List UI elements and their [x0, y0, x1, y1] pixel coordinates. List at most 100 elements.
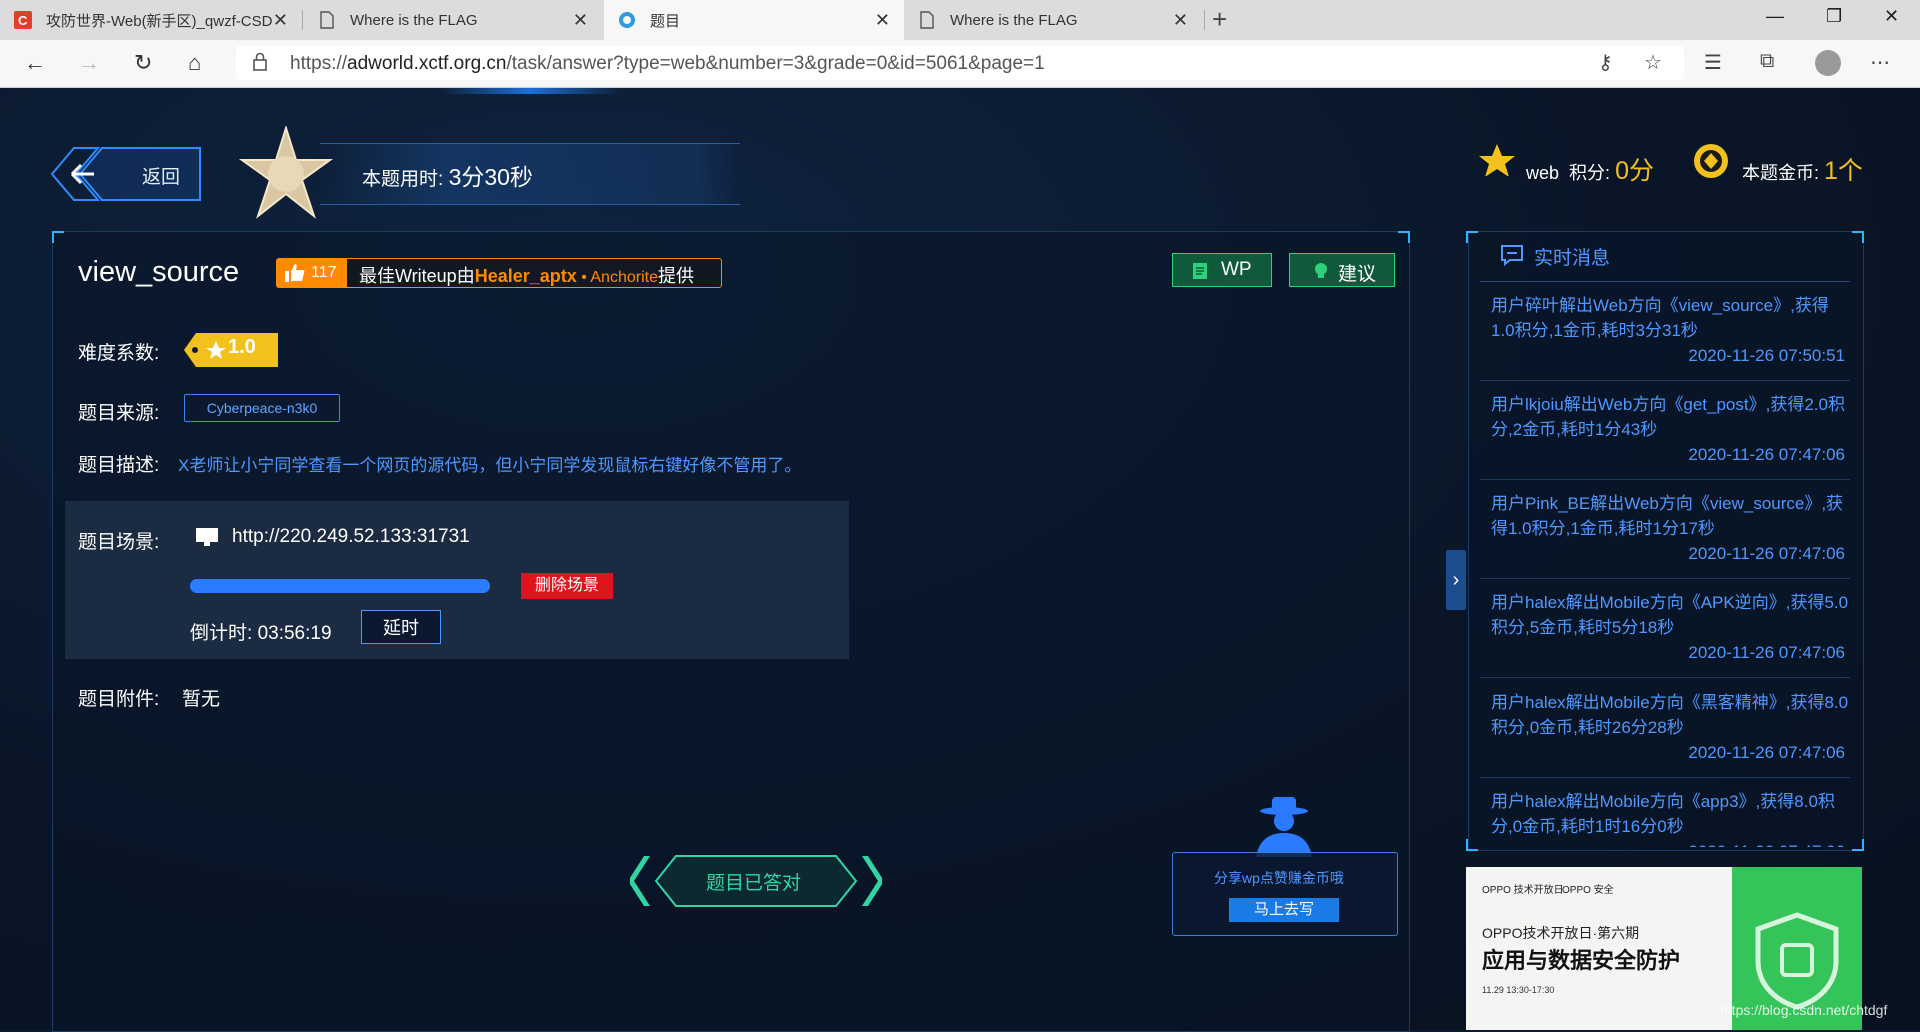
- url-prefix: https://: [290, 53, 348, 74]
- panel-corner: [1852, 231, 1864, 243]
- like-count[interactable]: 117: [277, 259, 347, 287]
- thumbs-up-icon: [285, 264, 305, 282]
- countdown-label: 倒计时:: [190, 623, 253, 644]
- news-time: 2020-11-26 07:47:06: [1491, 839, 1849, 847]
- news-separator: [1480, 380, 1850, 381]
- extend-time-button[interactable]: 延时: [361, 610, 441, 644]
- top-glow-decoration: [440, 88, 620, 94]
- browser-tab-csdn[interactable]: C 攻防世界-Web(新手区)_qwzf-CSD ✕: [0, 0, 302, 40]
- share-box: [1172, 852, 1398, 936]
- more-menu-icon[interactable]: ⋯: [1870, 50, 1890, 75]
- time-used-value: 3分30秒: [448, 164, 533, 190]
- close-tab-icon[interactable]: ✕: [1173, 10, 1188, 31]
- edge-icon: [619, 12, 635, 28]
- address-bar: ← → ↻ ⌂ https://adworld.xctf.org.cn/task…: [0, 40, 1920, 88]
- profile-avatar[interactable]: [1815, 50, 1841, 76]
- tab-title: Where is the FLAG: [350, 11, 478, 29]
- answered-label: 题目已答对: [706, 873, 802, 894]
- news-divider: [1480, 281, 1850, 282]
- chevron-right-icon: ›: [1452, 569, 1460, 591]
- writeup-author[interactable]: Healer_aptx: [475, 266, 577, 286]
- key-icon[interactable]: ⚷: [1598, 50, 1613, 75]
- minimize-icon[interactable]: —: [1766, 6, 1784, 27]
- news-text: 用户Pink_BE解出Web方向《view_source》,获得1.0积分,1金…: [1491, 494, 1844, 538]
- favorite-star-icon[interactable]: ☆: [1644, 50, 1662, 75]
- new-tab-icon[interactable]: +: [1212, 4, 1227, 35]
- collections-icon[interactable]: ⧉: [1760, 50, 1774, 73]
- spy-hacker-icon: [1256, 797, 1312, 857]
- back-button-label[interactable]: 返回: [142, 162, 180, 189]
- news-separator: [1480, 578, 1850, 579]
- refresh-icon[interactable]: ↻: [134, 50, 152, 76]
- tab-separator: [1204, 10, 1205, 30]
- category-label: web: [1526, 163, 1560, 183]
- close-tab-icon[interactable]: ✕: [875, 10, 890, 31]
- close-tab-icon[interactable]: ✕: [273, 10, 288, 31]
- scene-url[interactable]: http://220.249.52.133:31731: [232, 526, 470, 548]
- ad-logo-oppo-security: OPPO 安全: [1562, 885, 1614, 896]
- difficulty-label: 难度系数:: [78, 343, 160, 364]
- countdown: 倒计时: 03:56:19: [190, 618, 332, 645]
- writeup-prefix: 最佳Writeup由: [359, 266, 475, 286]
- news-text: 用户碎叶解出Web方向《view_source》,获得1.0积分,1金币,耗时3…: [1491, 296, 1829, 340]
- news-item: 用户碎叶解出Web方向《view_source》,获得1.0积分,1金币,耗时3…: [1491, 293, 1849, 368]
- time-used-label: 本题用时:: [362, 169, 444, 190]
- url-path: /task/answer?type=web&number=3&grade=0&i…: [506, 53, 1045, 74]
- news-time: 2020-11-26 07:50:51: [1688, 346, 1845, 365]
- news-time: 2020-11-26 07:47:06: [1688, 643, 1845, 662]
- countdown-value: 03:56:19: [257, 623, 332, 644]
- lock-icon[interactable]: [252, 52, 268, 72]
- suggest-button[interactable]: 建议: [1289, 253, 1395, 287]
- scene-progress-bar: [190, 579, 490, 593]
- coin-value: 1个: [1824, 157, 1863, 185]
- news-item: 用户halex解出Mobile方向《app3》,获得8.0积分,0金币,耗时1时…: [1491, 789, 1849, 847]
- chat-bubble-icon: [1501, 245, 1523, 266]
- page-icon: [320, 11, 334, 29]
- collapse-news-toggle[interactable]: ›: [1446, 550, 1466, 610]
- news-time: 2020-11-26 07:47:06: [1688, 544, 1845, 563]
- browser-tab-active[interactable]: 题目 ✕: [604, 0, 904, 40]
- browser-tab-bar: C 攻防世界-Web(新手区)_qwzf-CSD ✕ Where is the …: [0, 0, 1920, 40]
- forward-arrow-icon[interactable]: →: [78, 50, 100, 76]
- suggest-button-label: 建议: [1338, 264, 1377, 285]
- task-title: view_source: [78, 256, 240, 288]
- category-score: web 积分: 0分: [1526, 151, 1654, 187]
- news-text: 用户lkjoiu解出Web方向《get_post》,获得2.0积分,2金币,耗时…: [1491, 395, 1845, 439]
- task-coins: 本题金币: 1个: [1742, 151, 1863, 187]
- ad-subtitle: OPPO技术开放日·第六期: [1482, 925, 1640, 941]
- panel-corner: [52, 231, 64, 243]
- restore-icon[interactable]: ❐: [1826, 6, 1842, 27]
- back-arrow-icon[interactable]: ←: [24, 50, 46, 76]
- writeup-suffix: 提供: [657, 266, 694, 286]
- news-item: 用户Pink_BE解出Web方向《view_source》,获得1.0积分,1金…: [1491, 491, 1849, 566]
- delete-scene-button[interactable]: 删除场景: [521, 573, 613, 599]
- panel-corner: [1466, 839, 1478, 851]
- writeup-badge[interactable]: 117 最佳Writeup由Healer_aptx • Anchorite提供: [276, 258, 722, 288]
- news-separator: [1480, 677, 1850, 678]
- browser-tab-flag-1[interactable]: Where is the FLAG ✕: [304, 0, 602, 40]
- description-text: X老师让小宁同学查看一个网页的源代码，但小宁同学发现鼠标右键好像不管用了。: [178, 456, 802, 475]
- source-tag[interactable]: Cyberpeace-n3k0: [184, 394, 340, 422]
- attachment-value: 暂无: [182, 689, 221, 710]
- score-value: 0分: [1615, 157, 1654, 185]
- news-title: 实时消息: [1534, 248, 1611, 269]
- news-item: 用户halex解出Mobile方向《黑客精神》,获得8.0积分,0金币,耗时26…: [1491, 690, 1849, 765]
- score-label: 积分:: [1569, 163, 1611, 183]
- write-now-button[interactable]: 马上去写: [1229, 898, 1339, 922]
- close-window-icon[interactable]: ✕: [1884, 6, 1899, 27]
- news-item: 用户lkjoiu解出Web方向《get_post》,获得2.0积分,2金币,耗时…: [1491, 392, 1849, 467]
- star-medal-icon: [238, 126, 334, 219]
- ad-title: 应用与数据安全防护: [1482, 948, 1681, 973]
- browser-tab-flag-2[interactable]: Where is the FLAG ✕: [904, 0, 1202, 40]
- csdn-icon: C: [14, 11, 32, 29]
- shield-icon: [1755, 912, 1839, 1010]
- home-icon[interactable]: ⌂: [188, 50, 201, 76]
- wp-button-label: WP: [1221, 259, 1252, 280]
- favorites-list-icon[interactable]: ☰: [1704, 50, 1722, 75]
- close-tab-icon[interactable]: ✕: [573, 10, 588, 31]
- like-count-value: 117: [311, 264, 337, 281]
- writeup-text: 最佳Writeup由Healer_aptx • Anchorite提供: [359, 262, 694, 288]
- writeup-rank: • Anchorite: [576, 269, 658, 286]
- wp-button[interactable]: WP: [1172, 253, 1272, 287]
- difficulty-value: 1.0: [228, 336, 256, 358]
